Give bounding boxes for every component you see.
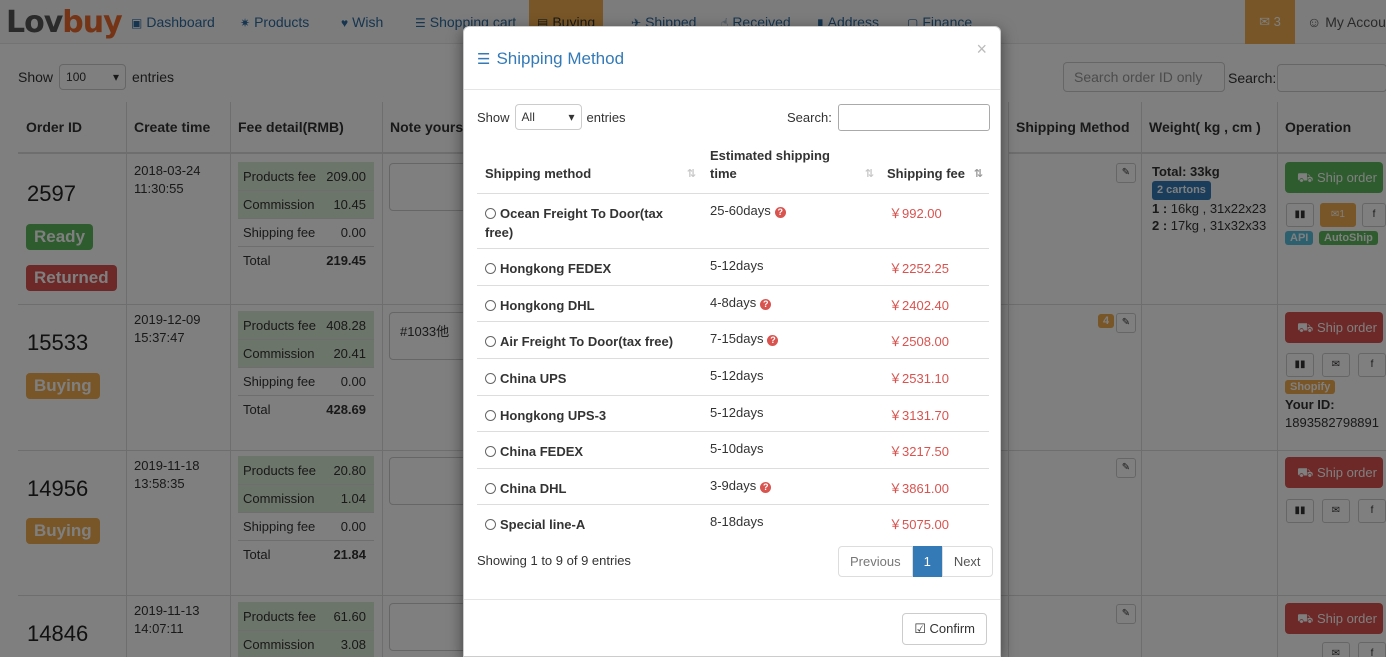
- confirm-button[interactable]: ☑ Confirm: [902, 613, 987, 645]
- radio-button[interactable]: [485, 263, 496, 274]
- shipping-fee: ￥992.00: [889, 206, 942, 221]
- shipping-method-name[interactable]: Hongkong DHL: [485, 296, 685, 315]
- modal-search: Search:: [787, 104, 990, 131]
- modal-header: ☰ Shipping Method ×: [464, 27, 1000, 90]
- shipping-fee: ￥3861.00: [889, 481, 949, 496]
- estimated-time: 8-18days: [710, 514, 764, 529]
- radio-button[interactable]: [485, 410, 496, 421]
- estimated-time: 5-12days: [710, 405, 764, 420]
- page-1-button[interactable]: 1: [912, 546, 942, 577]
- modal-title: ☰ Shipping Method: [477, 49, 625, 68]
- sort-icon: ⇅: [864, 168, 874, 180]
- modal-entries-control: Show All ▾ entries: [477, 104, 626, 130]
- shipping-method-name[interactable]: Special line-A: [485, 515, 685, 534]
- shipping-method-row[interactable]: Air Freight To Door(tax free) 7-15days? ￥2…: [477, 321, 989, 358]
- shipping-fee: ￥3131.70: [889, 408, 949, 423]
- estimated-time: 5-12days: [710, 258, 764, 273]
- previous-page-button[interactable]: Previous: [838, 546, 913, 577]
- shipping-method-row[interactable]: China FEDEX 5-10days ￥3217.50: [477, 431, 989, 468]
- col-shipping-method[interactable]: Shipping method ⇅: [485, 137, 700, 193]
- shipping-method-name[interactable]: Hongkong UPS-3: [485, 406, 685, 425]
- estimated-time: 3-9days?: [710, 478, 860, 493]
- shipping-method-row[interactable]: Ocean Freight To Door(tax free) 25-60days…: [477, 193, 989, 248]
- shipping-method-row[interactable]: Hongkong UPS-3 5-12days ￥3131.70: [477, 395, 989, 431]
- shipping-method-name[interactable]: Hongkong FEDEX: [485, 259, 685, 278]
- estimated-time: 4-8days?: [710, 295, 860, 310]
- radio-button[interactable]: [485, 446, 496, 457]
- radio-button[interactable]: [485, 373, 496, 384]
- shipping-method-row[interactable]: China DHL 3-9days? ￥3861.00: [477, 468, 989, 504]
- shipping-method-name[interactable]: Air Freight To Door(tax free): [485, 332, 685, 351]
- estimated-time: 5-12days: [710, 368, 764, 383]
- modal-entries-select[interactable]: All ▾: [514, 104, 582, 130]
- col-shipping-fee[interactable]: Shipping fee ⇅: [887, 137, 987, 193]
- close-icon[interactable]: ×: [976, 39, 987, 60]
- modal-search-input[interactable]: [837, 104, 990, 131]
- estimated-time: 25-60days?: [710, 203, 860, 218]
- shipping-fee: ￥2402.40: [889, 298, 949, 313]
- question-circle-icon[interactable]: ?: [760, 299, 772, 310]
- radio-button[interactable]: [485, 300, 496, 311]
- shipping-fee: ￥2531.10: [889, 371, 949, 386]
- shipping-method-name[interactable]: China FEDEX: [485, 442, 685, 461]
- shipping-method-name[interactable]: Ocean Freight To Door(tax free): [485, 204, 685, 242]
- shipping-method-modal: ☰ Shipping Method × Show All ▾ entries Se…: [463, 26, 1001, 657]
- radio-button[interactable]: [485, 483, 496, 494]
- estimated-time: 7-15days?: [710, 331, 860, 346]
- modal-footer: ☑ Confirm: [464, 599, 1000, 657]
- check-square-icon: ☑: [914, 621, 926, 636]
- shipping-fee: ￥5075.00: [889, 517, 949, 532]
- shipping-fee: ￥3217.50: [889, 444, 949, 459]
- shipping-method-row[interactable]: Hongkong DHL 4-8days? ￥2402.40: [477, 285, 989, 321]
- shipping-fee: ￥2508.00: [889, 334, 949, 349]
- shipping-method-row[interactable]: Special line-A 8-18days ￥5075.00: [477, 504, 989, 541]
- next-page-button[interactable]: Next: [941, 546, 993, 577]
- table-info: Showing 1 to 9 of 9 entries: [477, 553, 631, 568]
- shipping-method-row[interactable]: China UPS 5-12days ￥2531.10: [477, 358, 989, 395]
- chevron-down-icon: ▾: [568, 110, 575, 124]
- question-circle-icon[interactable]: ?: [767, 335, 779, 346]
- estimated-time: 5-10days: [710, 441, 764, 456]
- sort-icon: ⇅: [686, 168, 696, 180]
- radio-button[interactable]: [485, 519, 496, 530]
- sort-asc-icon: ⇅: [973, 168, 983, 180]
- list-icon: ☰: [477, 51, 491, 68]
- radio-button[interactable]: [485, 336, 496, 347]
- shipping-method-row[interactable]: Hongkong FEDEX 5-12days ￥2252.25: [477, 248, 989, 285]
- shipping-fee: ￥2252.25: [889, 261, 949, 276]
- shipping-method-name[interactable]: China DHL: [485, 479, 685, 498]
- col-estimated-time[interactable]: Estimated shipping time ⇅: [710, 137, 878, 193]
- radio-button[interactable]: [485, 208, 496, 219]
- pagination: Previous 1 Next: [838, 546, 993, 577]
- question-circle-icon[interactable]: ?: [774, 207, 786, 218]
- shipping-method-name[interactable]: China UPS: [485, 369, 685, 388]
- question-circle-icon[interactable]: ?: [760, 482, 772, 493]
